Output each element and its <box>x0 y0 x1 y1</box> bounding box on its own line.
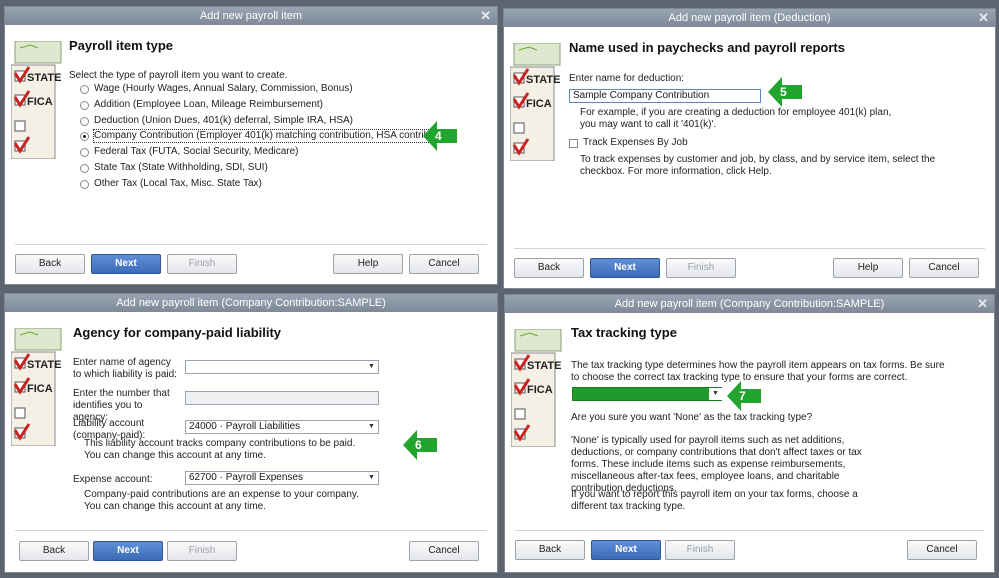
deduction-name-input[interactable]: Sample Company Contribution <box>569 89 761 103</box>
liability-account-select[interactable]: 24000 · Payroll Liabilities <box>185 420 379 434</box>
stamp-fica-text: FICA <box>526 98 552 110</box>
dialog-titlebar: Add new payroll item ✕ <box>5 7 497 25</box>
dialog-deduction-name: Add new payroll item (Deduction) ✕ STATE … <box>503 8 996 289</box>
finish-button[interactable]: Finish <box>167 541 237 561</box>
cancel-button[interactable]: Cancel <box>909 258 979 278</box>
option-other-tax-label[interactable]: Other Tax (Local Tax, Misc. State Tax) <box>94 178 262 190</box>
stamp-fica-text: FICA <box>527 384 553 396</box>
dialog-title: Add new payroll item (Company Contributi… <box>116 297 386 309</box>
cancel-button[interactable]: Cancel <box>409 541 479 561</box>
back-button[interactable]: Back <box>514 258 584 278</box>
help-button[interactable]: Help <box>333 254 403 274</box>
finish-button[interactable]: Finish <box>666 258 736 278</box>
radio-wage[interactable] <box>80 85 89 94</box>
close-icon[interactable]: ✕ <box>480 7 491 25</box>
step-5-arrow-icon: 5 <box>768 77 802 107</box>
stamp-state-text: STATE <box>27 359 61 371</box>
radio-addition[interactable] <box>80 101 89 110</box>
back-button[interactable]: Back <box>15 254 85 274</box>
dialog-tax-tracking-type: Add new payroll item (Company Contributi… <box>504 294 995 573</box>
dialog-titlebar: Add new payroll item (Company Contributi… <box>505 295 994 313</box>
radio-state-tax[interactable] <box>80 164 89 173</box>
radio-deduction[interactable] <box>80 117 89 126</box>
tax-explain: 'None' is typically used for payroll ite… <box>571 435 862 494</box>
dialog-title: Add new payroll item (Company Contributi… <box>614 298 885 310</box>
radio-company-contribution[interactable] <box>80 132 89 141</box>
payroll-checklist-illustration: STATE FICA <box>11 328 62 446</box>
option-company-contribution-label[interactable]: Company Contribution (Employer 401(k) ma… <box>92 129 456 143</box>
step-number: 4 <box>435 129 442 143</box>
help-button[interactable]: Help <box>833 258 903 278</box>
back-button[interactable]: Back <box>515 540 585 560</box>
page-prompt: Select the type of payroll item you want… <box>69 70 288 81</box>
radio-other-tax[interactable] <box>80 180 89 189</box>
step-number: 6 <box>415 438 422 452</box>
next-button[interactable]: Next <box>591 540 661 560</box>
payroll-checklist-illustration: STATE FICA <box>511 329 562 447</box>
step-4-arrow-icon: 4 <box>423 121 457 151</box>
tax-question: Are you sure you want 'None' as the tax … <box>571 412 813 423</box>
agency-name-select[interactable] <box>185 360 379 374</box>
finish-button[interactable]: Finish <box>167 254 237 274</box>
cancel-button[interactable]: Cancel <box>409 254 479 274</box>
track-hint: To track expenses by customer and job, b… <box>580 154 936 177</box>
dialog-title: Add new payroll item (Deduction) <box>668 12 831 24</box>
chevron-down-icon[interactable]: ▼ <box>709 388 722 400</box>
option-wage-label[interactable]: Wage (Hourly Wages, Annual Salary, Commi… <box>94 83 353 95</box>
option-federal-tax-label[interactable]: Federal Tax (FUTA, Social Security, Medi… <box>94 146 299 158</box>
option-addition-label[interactable]: Addition (Employee Loan, Mileage Reimbur… <box>94 99 323 111</box>
agency-label: Enter name of agency to which liability … <box>73 357 177 380</box>
chevron-down-icon[interactable]: ▼ <box>365 361 378 373</box>
next-button[interactable]: Next <box>590 258 660 278</box>
stamp-state-text: STATE <box>526 74 560 86</box>
chevron-down-icon[interactable]: ▼ <box>365 421 378 433</box>
finish-button[interactable]: Finish <box>665 540 735 560</box>
next-button[interactable]: Next <box>91 254 161 274</box>
page-heading: Payroll item type <box>69 38 174 53</box>
chevron-down-icon[interactable]: ▼ <box>365 472 378 484</box>
track-expenses-label[interactable]: Track Expenses By Job <box>583 137 688 149</box>
back-button[interactable]: Back <box>19 541 89 561</box>
agency-number-input[interactable] <box>185 391 379 405</box>
name-hint: For example, if you are creating a deduc… <box>580 107 892 130</box>
dialog-titlebar: Add new payroll item (Deduction) ✕ <box>504 9 995 27</box>
expense-label: Expense account: <box>73 474 153 485</box>
liability-hint: This liability account tracks company co… <box>84 438 356 461</box>
page-heading: Agency for company-paid liability <box>73 325 282 340</box>
step-number: 7 <box>739 389 746 403</box>
page-heading: Name used in paychecks and payroll repor… <box>569 40 845 55</box>
cancel-button[interactable]: Cancel <box>907 540 977 560</box>
next-button[interactable]: Next <box>93 541 163 561</box>
dialog-title: Add new payroll item <box>199 10 303 22</box>
close-icon[interactable]: ✕ <box>977 295 988 313</box>
payroll-checklist-illustration: STATE FICA <box>510 43 561 161</box>
page-heading: Tax tracking type <box>571 325 677 340</box>
stamp-state-text: STATE <box>527 360 561 372</box>
option-deduction-label[interactable]: Deduction (Union Dues, 401(k) deferral, … <box>94 115 353 127</box>
close-icon[interactable]: ✕ <box>978 9 989 27</box>
expense-account-select[interactable]: 62700 · Payroll Expenses <box>185 471 379 485</box>
dialog-payroll-item-type: Add new payroll item ✕ STATE FICA Payroll… <box>4 6 498 285</box>
step-number: 5 <box>780 85 787 99</box>
option-state-tax-label[interactable]: State Tax (State Withholding, SDI, SUI) <box>94 162 268 174</box>
name-prompt: Enter name for deduction: <box>569 73 685 84</box>
tax-tracking-type-select[interactable] <box>572 387 722 401</box>
expense-hint: Company-paid contributions are an expens… <box>84 489 359 512</box>
step-6-arrow-icon: 6 <box>403 430 437 460</box>
dialog-agency-liability: Add new payroll item (Company Contributi… <box>4 293 498 573</box>
footer-divider <box>15 244 487 245</box>
radio-federal-tax[interactable] <box>80 148 89 157</box>
stamp-fica-text: FICA <box>27 383 53 395</box>
dialog-titlebar: Add new payroll item (Company Contributi… <box>5 294 497 312</box>
track-expenses-checkbox[interactable] <box>569 139 578 148</box>
payroll-checklist-illustration: STATE FICA <box>11 41 62 159</box>
footer-divider <box>515 530 984 531</box>
stamp-state-text: STATE <box>27 72 61 84</box>
footer-divider <box>514 248 985 249</box>
step-7-arrow-icon: 7 <box>727 381 761 411</box>
stamp-fica-text: FICA <box>27 96 53 108</box>
tax-report-hint: If you want to report this payroll item … <box>571 489 858 512</box>
footer-divider <box>15 530 487 531</box>
